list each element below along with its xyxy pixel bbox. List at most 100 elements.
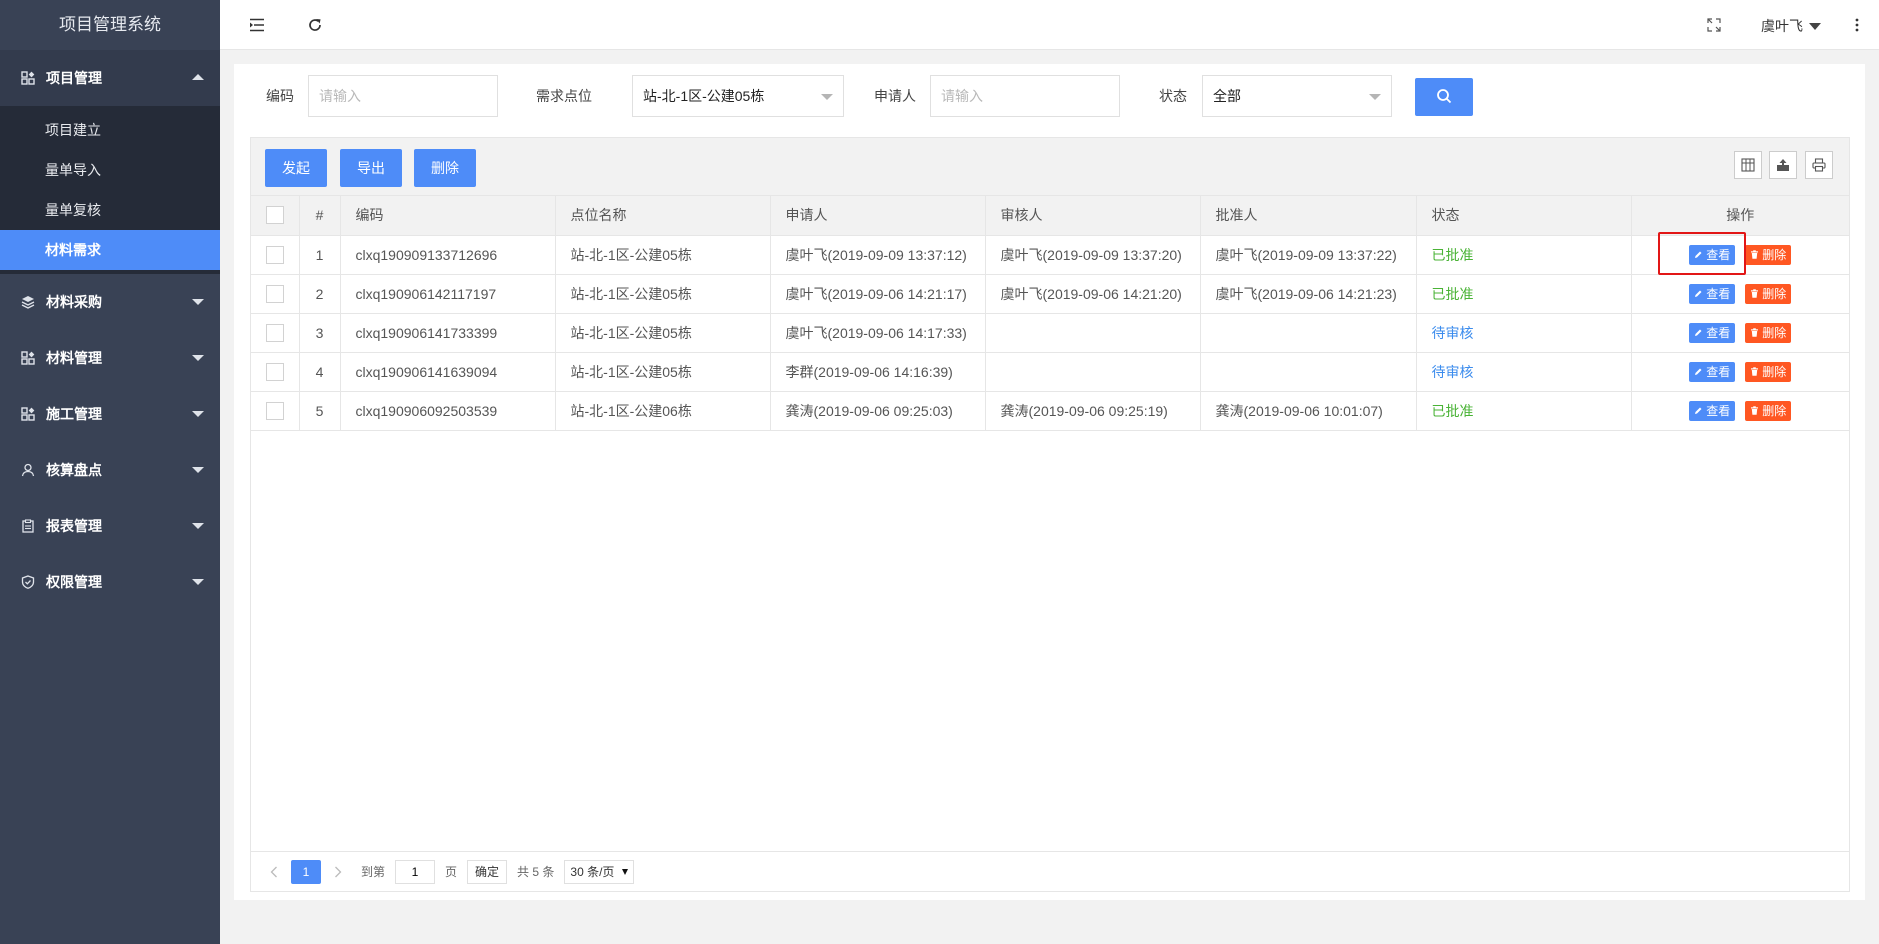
row-delete-button[interactable]: 删除 — [1745, 283, 1792, 304]
delete-label: 删除 — [1762, 287, 1787, 301]
row-code: clxq190906141639094 — [340, 352, 556, 392]
chevron-down-icon — [1369, 94, 1381, 100]
fullscreen-icon[interactable] — [1703, 14, 1725, 36]
table-row: 1 clxq190909133712696 站-北-1区-公建05栋 虞叶飞(2019… — [251, 235, 1849, 275]
sidebar-item-material-demand[interactable]: 材料需求 — [0, 230, 220, 270]
row-num: 5 — [299, 391, 341, 431]
row-status: 待审核 — [1416, 352, 1632, 392]
table-header-row: # 编码 点位名称 申请人 审核人 批准人 状态 操作 — [251, 196, 1849, 236]
print-icon[interactable] — [1805, 151, 1833, 179]
row-delete-button[interactable]: 删除 — [1745, 361, 1792, 382]
header-actions: 操作 — [1631, 196, 1849, 236]
columns-filter-icon[interactable] — [1734, 151, 1762, 179]
goto-label: 到第 — [361, 865, 386, 879]
view-button[interactable]: 查看 — [1689, 361, 1736, 382]
row-applicant: 虞叶飞(2019-09-06 14:17:33) — [770, 313, 986, 353]
row-applicant: 虞叶飞(2019-09-09 13:37:12) — [770, 235, 986, 275]
chevron-down-icon — [192, 411, 204, 417]
current-page[interactable]: 1 — [291, 859, 321, 884]
row-delete-button[interactable]: 删除 — [1745, 322, 1792, 343]
menu-label: 材料采购 — [46, 294, 102, 310]
row-approver — [1200, 313, 1417, 353]
goto-confirm-button[interactable]: 确定 — [467, 859, 508, 884]
sidebar-item-project-create[interactable]: 项目建立 — [0, 110, 220, 150]
export-file-icon[interactable] — [1769, 151, 1797, 179]
sidebar-item-bill-review[interactable]: 量单复核 — [0, 190, 220, 230]
start-button[interactable]: 发起 — [265, 149, 327, 187]
view-button[interactable]: 查看 — [1689, 244, 1736, 265]
view-button[interactable]: 查看 — [1689, 322, 1736, 343]
row-applicant: 李群(2019-09-06 14:16:39) — [770, 352, 986, 392]
row-checkbox[interactable] — [265, 323, 284, 342]
row-actions: 查看 删除 — [1631, 313, 1849, 353]
row-status: 已批准 — [1416, 391, 1632, 431]
header-num: # — [299, 196, 341, 236]
view-button[interactable]: 查看 — [1689, 400, 1736, 421]
menu-label: 项目管理 — [46, 70, 102, 86]
view-label: 查看 — [1706, 287, 1731, 301]
edit-icon — [1694, 287, 1706, 301]
row-approver: 虞叶飞(2019-09-09 13:37:22) — [1200, 235, 1417, 275]
row-num: 4 — [299, 352, 341, 392]
collapse-menu-icon[interactable] — [246, 14, 268, 36]
apps-icon — [20, 70, 36, 86]
edit-icon — [1694, 365, 1706, 379]
menu-accounting-inventory[interactable]: 核算盘点 — [0, 442, 220, 498]
delete-button[interactable]: 删除 — [414, 149, 476, 187]
delete-label: 删除 — [1762, 326, 1787, 340]
topbar: 虞叶飞 — [220, 0, 1879, 50]
prev-page-icon[interactable] — [263, 860, 285, 884]
user-menu[interactable]: 虞叶飞 — [1761, 16, 1821, 36]
menu-project-management[interactable]: 项目管理 — [0, 50, 220, 106]
view-label: 查看 — [1706, 326, 1731, 340]
row-checkbox[interactable] — [265, 284, 284, 303]
row-reviewer: 虞叶飞(2019-09-09 13:37:20) — [985, 235, 1201, 275]
delete-label: 删除 — [1762, 248, 1787, 262]
menu-label: 报表管理 — [46, 518, 102, 534]
export-button[interactable]: 导出 — [340, 149, 402, 187]
applicant-label: 申请人 — [874, 88, 916, 104]
menu-label: 施工管理 — [46, 406, 102, 422]
row-select-cell — [251, 391, 300, 431]
chevron-up-icon — [192, 74, 204, 80]
menu-label: 材料管理 — [46, 350, 102, 366]
select-all-checkbox[interactable] — [265, 206, 284, 225]
site-select[interactable]: 站-北-1区-公建05栋 — [632, 75, 844, 117]
row-checkbox[interactable] — [265, 245, 284, 264]
row-actions: 查看 删除 — [1631, 352, 1849, 392]
row-checkbox[interactable] — [265, 362, 284, 381]
view-button[interactable]: 查看 — [1689, 283, 1736, 304]
code-input[interactable] — [308, 75, 498, 117]
select-all-cell — [251, 196, 300, 236]
header-site: 点位名称 — [555, 196, 771, 236]
table-row: 4 clxq190906141639094 站-北-1区-公建05栋 李群(2019-… — [251, 352, 1849, 392]
menu-material-management[interactable]: 材料管理 — [0, 330, 220, 386]
trash-icon — [1750, 287, 1762, 301]
sidebar-item-bill-import[interactable]: 量单导入 — [0, 150, 220, 190]
more-vertical-icon[interactable] — [1846, 14, 1868, 36]
row-num: 3 — [299, 313, 341, 353]
status-select[interactable]: 全部 — [1202, 75, 1392, 117]
goto-page-input[interactable] — [395, 859, 436, 884]
page-size-select[interactable]: 30 条/页 — [564, 859, 635, 884]
row-select-cell — [251, 274, 300, 314]
row-reviewer — [985, 352, 1201, 392]
row-code: clxq190906141733399 — [340, 313, 556, 353]
site-label: 需求点位 — [536, 88, 592, 104]
next-page-icon[interactable] — [327, 860, 349, 884]
menu-permission-management[interactable]: 权限管理 — [0, 554, 220, 610]
menu-construction-management[interactable]: 施工管理 — [0, 386, 220, 442]
layers-icon — [20, 294, 36, 310]
row-checkbox[interactable] — [265, 401, 284, 420]
refresh-icon[interactable] — [304, 14, 326, 36]
applicant-input[interactable] — [930, 75, 1120, 117]
search-button[interactable] — [1415, 78, 1473, 116]
site-select-value: 站-北-1区-公建05栋 — [643, 88, 765, 104]
header-applicant: 申请人 — [770, 196, 986, 236]
row-delete-button[interactable]: 删除 — [1745, 400, 1792, 421]
menu-material-purchase[interactable]: 材料采购 — [0, 274, 220, 330]
apps-icon — [20, 350, 36, 366]
row-site: 站-北-1区-公建05栋 — [555, 352, 771, 392]
row-delete-button[interactable]: 删除 — [1745, 244, 1792, 265]
menu-report-management[interactable]: 报表管理 — [0, 498, 220, 554]
